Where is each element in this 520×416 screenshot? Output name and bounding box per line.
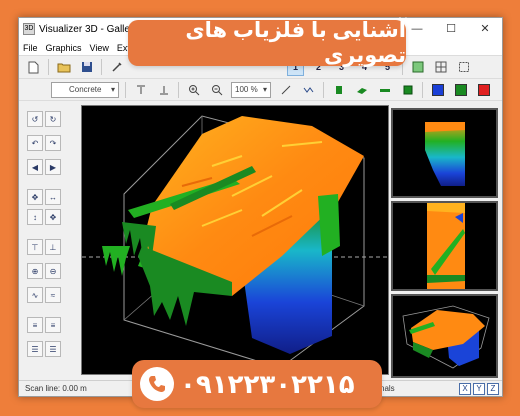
rotate-cw-icon[interactable]: ↻ (45, 111, 61, 127)
zoom-in-side-icon[interactable]: ⊕ (27, 263, 43, 279)
expand-icon[interactable] (455, 59, 472, 76)
layer-green-icon[interactable] (330, 81, 347, 98)
ruler-icon[interactable] (277, 81, 294, 98)
toolbar-divider (48, 59, 49, 75)
signal-icon[interactable] (300, 81, 317, 98)
color-red-button[interactable] (475, 81, 492, 98)
open-folder-icon[interactable] (55, 59, 72, 76)
list-icon[interactable]: ≡ (27, 317, 43, 333)
display-toolbar: Concrete ▾ 100 % ▾ (19, 79, 502, 101)
material-select[interactable]: Concrete ▾ (51, 81, 119, 98)
phone-number: ۰۹۱۲۲۳۰۲۲۱۵ (180, 368, 355, 399)
layout-icon[interactable] (432, 59, 449, 76)
color-blue-button[interactable] (429, 81, 446, 98)
rotate-ccw-icon[interactable]: ↺ (27, 111, 43, 127)
phone-banner[interactable]: ۰۹۱۲۲۳۰۲۲۱۵ (132, 360, 382, 408)
status-right-text: nals (380, 384, 395, 393)
promo-title-banner: آشنایی با فلزیاب های تصویری (128, 19, 406, 67)
axis-x-button[interactable]: X (459, 383, 471, 395)
list-alt-icon[interactable]: ≡ (45, 317, 61, 333)
move-vertical-icon[interactable]: ↕ (27, 209, 43, 225)
tools-icon[interactable] (108, 59, 125, 76)
pan-icon[interactable]: ✥ (45, 209, 61, 225)
axis-z-button[interactable]: Z (487, 383, 499, 395)
layer-tilt-icon[interactable] (353, 81, 370, 98)
zoom-out-icon[interactable] (208, 81, 225, 98)
grid-icon[interactable] (409, 59, 426, 76)
toolbar-divider (125, 81, 126, 98)
toolbar-divider (323, 81, 324, 98)
flip-left-icon[interactable]: ◀ (27, 159, 43, 175)
move-icon[interactable]: ✥ (27, 189, 43, 205)
rotate-right-icon[interactable]: ↷ (45, 135, 61, 151)
preview-top-render (425, 122, 465, 186)
wave-icon[interactable]: ∿ (27, 287, 43, 303)
close-button[interactable]: ✕ (468, 18, 502, 40)
maximize-button[interactable]: ☐ (434, 18, 468, 40)
material-value: Concrete (69, 85, 102, 94)
lines-icon[interactable]: ☰ (27, 341, 43, 357)
toolbar-divider (422, 81, 423, 98)
zoom-value: 100 % (235, 85, 258, 94)
app-icon: 3D (23, 23, 35, 35)
app-window: 3D Visualizer 3D - Galleries ( ... — ☐ ✕… (18, 17, 503, 397)
preview-top-view[interactable] (391, 108, 498, 198)
preview-3d-view[interactable] (391, 294, 498, 378)
toolbar-divider (178, 81, 179, 98)
align-bottom-icon[interactable] (155, 81, 172, 98)
zoom-out-side-icon[interactable]: ⊖ (45, 263, 61, 279)
axis-y-button[interactable]: Y (473, 383, 485, 395)
chevron-down-icon: ▾ (110, 85, 115, 94)
color-swatch (454, 83, 467, 96)
zoom-select[interactable]: 100 % ▾ (231, 81, 271, 98)
promo-title: آشنایی با فلزیاب های تصویری (185, 19, 406, 67)
move-horizontal-icon[interactable]: ↔ (45, 189, 61, 205)
wave-alt-icon[interactable]: ≈ (45, 287, 61, 303)
menu-file[interactable]: File (23, 43, 38, 53)
side-toolbar: ↺ ↻ ↶ ↷ ◀ ▶ ✥ ↔ ↕ ✥ ⊤ ⊥ ⊕ ⊖ ∿ ≈ ≡ ≡ ☰ ☰ (21, 105, 61, 381)
align-top-icon[interactable] (132, 81, 149, 98)
preview-3d-render (402, 305, 490, 369)
zoom-in-icon[interactable] (185, 81, 202, 98)
rotate-left-icon[interactable]: ↶ (27, 135, 43, 151)
layer-box-icon[interactable] (399, 81, 416, 98)
main-3d-view[interactable] (81, 105, 389, 375)
preview-side-render (427, 203, 465, 289)
lines-alt-icon[interactable]: ☰ (45, 341, 61, 357)
level-up-icon[interactable]: ⊥ (45, 239, 61, 255)
menu-view[interactable]: View (90, 43, 109, 53)
color-swatch (431, 83, 444, 96)
menu-graphics[interactable]: Graphics (46, 43, 82, 53)
save-icon[interactable] (78, 59, 95, 76)
preview-side-view[interactable] (391, 201, 498, 291)
new-file-icon[interactable] (25, 59, 42, 76)
scan-line-status: Scan line: 0.00 m (25, 384, 87, 393)
phone-icon (140, 367, 174, 401)
color-green-button[interactable] (452, 81, 469, 98)
flip-right-icon[interactable]: ▶ (45, 159, 61, 175)
chevron-down-icon: ▾ (262, 85, 267, 94)
toolbar-divider (101, 59, 102, 75)
color-swatch (477, 83, 490, 96)
scan-render (82, 115, 388, 369)
layer-flat-icon[interactable] (376, 81, 393, 98)
level-down-icon[interactable]: ⊤ (27, 239, 43, 255)
